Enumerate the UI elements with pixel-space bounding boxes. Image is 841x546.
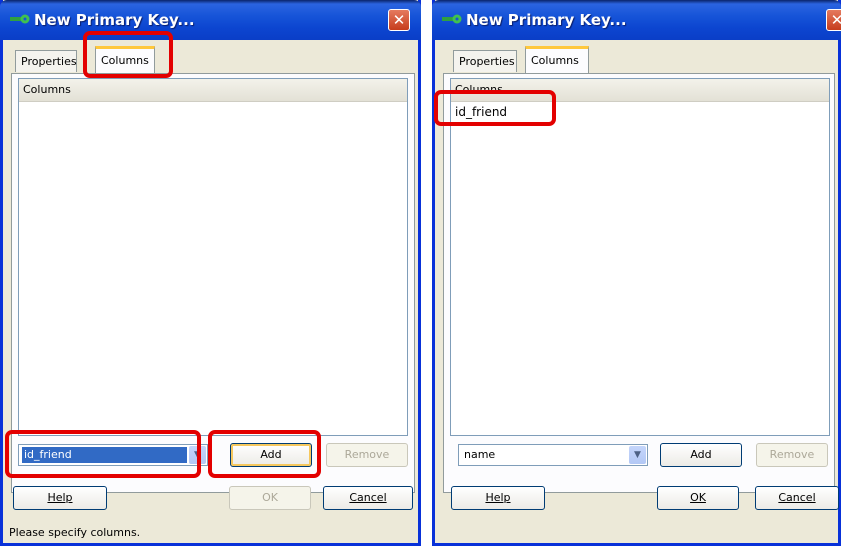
help-button[interactable]: Help <box>13 486 107 510</box>
column-select[interactable]: name ▼ <box>458 444 648 466</box>
tab-columns[interactable]: Columns <box>525 46 589 73</box>
tab-properties[interactable]: Properties <box>15 50 77 72</box>
cancel-button[interactable]: Cancel <box>755 486 839 510</box>
columns-list[interactable]: Columns <box>18 78 408 436</box>
right-dialog: New Primary Key... ✕ Properties Columns … <box>432 0 841 546</box>
ok-label: OK <box>690 491 706 504</box>
cancel-label: Cancel <box>778 491 816 504</box>
status-text: Please specify columns. <box>9 526 141 539</box>
dialog-title: New Primary Key... <box>34 11 195 29</box>
column-header[interactable]: Columns <box>19 79 407 102</box>
combo-value: name <box>464 448 496 461</box>
highlight-list-item <box>434 90 556 126</box>
close-button[interactable]: ✕ <box>826 9 841 31</box>
ok-button[interactable]: OK <box>229 486 311 510</box>
ok-button[interactable]: OK <box>657 486 739 510</box>
title-bar: New Primary Key... ✕ <box>0 0 421 40</box>
key-icon <box>442 14 462 24</box>
add-button[interactable]: Add <box>660 443 742 467</box>
tab-properties[interactable]: Properties <box>453 50 517 72</box>
cancel-label: Cancel <box>349 491 387 504</box>
help-button[interactable]: Help <box>451 486 545 510</box>
tab-columns[interactable]: Columns <box>95 46 155 73</box>
title-bar: New Primary Key... ✕ <box>432 0 841 40</box>
chevron-down-icon[interactable]: ▼ <box>629 446 646 464</box>
highlight-add-button <box>208 430 321 478</box>
help-label: Help <box>485 491 511 504</box>
remove-button[interactable]: Remove <box>756 443 828 467</box>
ok-label: OK <box>262 491 278 504</box>
highlight-column-select <box>5 430 201 478</box>
remove-button[interactable]: Remove <box>326 443 408 467</box>
help-label: Help <box>47 491 73 504</box>
key-icon <box>10 14 30 24</box>
dialog-title: New Primary Key... <box>466 11 627 29</box>
cancel-button[interactable]: Cancel <box>323 486 413 510</box>
columns-panel: Columns id_friend name ▼ Add Remove <box>443 73 835 493</box>
close-button[interactable]: ✕ <box>388 9 410 31</box>
columns-list[interactable]: Columns id_friend <box>450 78 830 436</box>
